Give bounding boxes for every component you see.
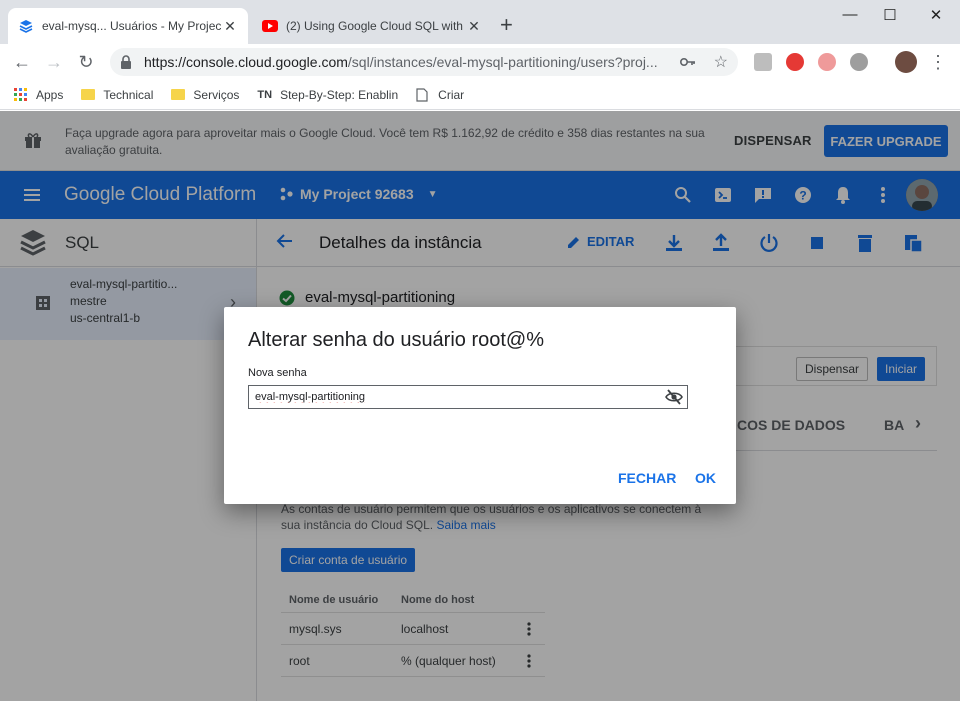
bookmarks-bar: Apps Technical Serviços TN Step-By-Step:… <box>0 80 960 110</box>
change-password-dialog: Alterar senha do usuário root@% Nova sen… <box>224 307 736 504</box>
browser-tab-inactive[interactable]: (2) Using Google Cloud SQL with ✕ <box>252 8 492 44</box>
bookmark-technical[interactable]: Technical <box>81 88 153 102</box>
gcp-stack-favicon-icon <box>18 18 34 34</box>
bookmark-label: Criar <box>438 87 465 102</box>
chrome-menu-icon[interactable]: ⋮ <box>928 52 948 72</box>
tab-close-icon[interactable]: ✕ <box>466 18 482 35</box>
bookmark-servicos[interactable]: Serviços <box>171 88 239 102</box>
url-host: https://console.cloud.google.com <box>144 54 348 70</box>
bookmark-apps[interactable]: Apps <box>14 87 64 102</box>
url-path: /sql/instances/eval-mysql-partitioning/u… <box>347 54 658 70</box>
tn-icon: TN <box>257 88 273 101</box>
minimize-icon[interactable]: — <box>828 6 872 23</box>
tab-title: eval-mysq... Usuários - My Projec <box>42 19 222 33</box>
extension-red-icon[interactable] <box>786 53 804 71</box>
back-arrow-icon[interactable]: ← <box>12 52 32 72</box>
browser-tab-active[interactable]: eval-mysq... Usuários - My Projec ✕ <box>8 8 248 44</box>
lock-icon <box>120 55 134 69</box>
folder-icon <box>81 89 96 100</box>
password-field-label: Nova senha <box>248 367 307 379</box>
bookmark-label: Serviços <box>193 87 240 102</box>
dialog-title: Alterar senha do usuário root@% <box>248 329 545 351</box>
youtube-favicon-icon <box>262 18 278 34</box>
bookmark-step-by-step[interactable]: TN Step-By-Step: Enablin <box>257 88 398 102</box>
folder-icon <box>171 89 186 100</box>
page-icon <box>416 87 430 102</box>
password-input[interactable] <box>255 391 665 403</box>
bookmark-label: Apps <box>36 87 64 102</box>
key-icon[interactable] <box>679 55 696 70</box>
forward-arrow-icon[interactable]: → <box>44 52 64 72</box>
ok-button[interactable]: OK <box>695 470 716 486</box>
tab-title: (2) Using Google Cloud SQL with <box>286 19 463 33</box>
url-text: https://console.cloud.google.com/sql/ins… <box>144 54 672 70</box>
extension-hex-icon[interactable] <box>850 53 868 71</box>
bookmark-label: Step-By-Step: Enablin <box>280 87 399 102</box>
window-close-icon[interactable]: ✕ <box>914 6 958 24</box>
extension-icon[interactable] <box>754 53 772 71</box>
maximize-icon[interactable]: ☐ <box>868 6 912 24</box>
browser-tab-strip: eval-mysq... Usuários - My Projec ✕ (2) … <box>0 0 960 44</box>
bookmark-label: Technical <box>103 87 154 102</box>
reload-icon[interactable]: ↻ <box>76 52 96 72</box>
tab-close-icon[interactable]: ✕ <box>222 18 238 35</box>
apps-grid-icon <box>14 87 28 102</box>
bookmark-criar[interactable]: Criar <box>416 88 464 102</box>
visibility-off-icon[interactable] <box>665 388 683 406</box>
bookmark-star-icon[interactable]: ☆ <box>714 52 728 72</box>
browser-toolbar: ← → ↻ https://console.cloud.google.com/s… <box>0 44 960 80</box>
extension-arrow-icon[interactable] <box>818 53 836 71</box>
new-tab-icon[interactable]: + <box>500 14 513 36</box>
password-field[interactable] <box>248 385 688 409</box>
profile-avatar[interactable] <box>895 51 917 73</box>
close-button[interactable]: FECHAR <box>618 470 676 486</box>
address-bar[interactable]: https://console.cloud.google.com/sql/ins… <box>110 48 738 76</box>
